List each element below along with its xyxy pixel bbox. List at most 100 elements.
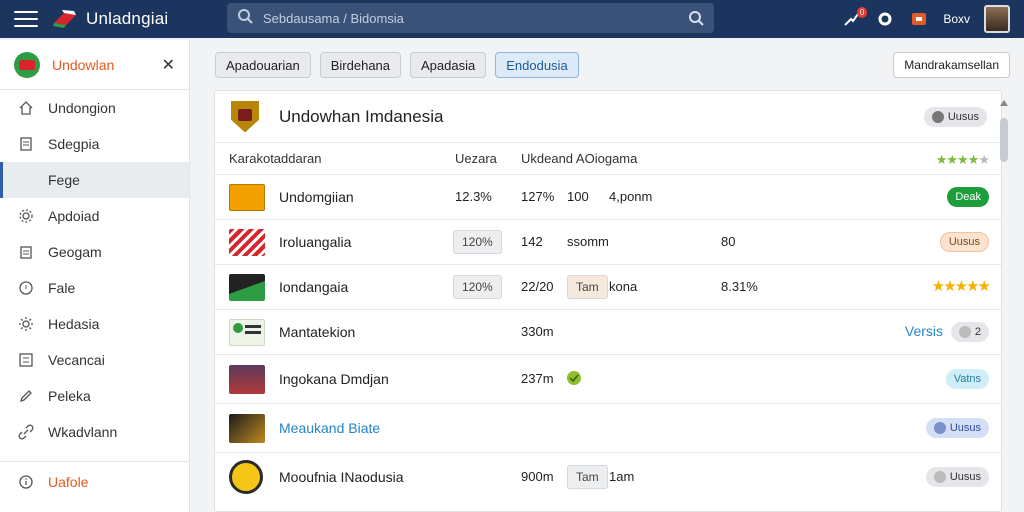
thumbnail xyxy=(229,414,265,443)
document-icon xyxy=(18,136,34,152)
tab-apadasia[interactable]: Apadasia xyxy=(410,52,487,78)
search-submit-icon[interactable] xyxy=(688,10,704,31)
sidebar-item-sdegpia[interactable]: Sdegpia xyxy=(0,126,189,162)
close-icon[interactable]: ✕ xyxy=(162,55,175,75)
row-name: Iondangaia xyxy=(279,279,349,295)
folder-icon xyxy=(18,172,34,188)
row-value: 8.31% xyxy=(721,279,758,294)
sidebar: Undowlan ✕ Undongion Sdegpia Fege Apdoia… xyxy=(0,40,190,512)
status-badge-label: Uusus xyxy=(947,111,979,123)
main-content: Apadouarian Birdehana Apadasia Endodusia… xyxy=(204,40,1010,512)
list-icon xyxy=(18,352,34,368)
gear-icon xyxy=(18,316,34,332)
sidebar-item-label: Wkadvlann xyxy=(48,424,118,440)
rating-stars-icon: ★★★★★ xyxy=(935,152,990,167)
sidebar-item-fale[interactable]: Fale xyxy=(0,270,189,306)
row-value: 127% xyxy=(521,189,555,204)
thumbnail xyxy=(229,319,265,346)
row-link[interactable]: Versis xyxy=(905,323,943,339)
sidebar-item-apdoiad[interactable]: Apdoiad xyxy=(0,198,189,234)
search-bar[interactable] xyxy=(227,3,714,33)
column-header[interactable]: Karakotaddaran xyxy=(229,151,322,166)
status-badge[interactable]: Uusus xyxy=(925,418,989,438)
status-badge[interactable]: 2 xyxy=(950,322,989,342)
table-row[interactable]: Mooufnia INaodusia 900m Tam 1am Uusus xyxy=(215,453,1001,501)
thumbnail xyxy=(229,365,265,394)
sidebar-item-uafole[interactable]: Uafole xyxy=(0,464,190,500)
card-title: Undowhan Imdanesia xyxy=(279,106,444,126)
table-header: Karakotaddaran Uezara Ukdeand AOiogama ★… xyxy=(215,143,1001,175)
clock-icon xyxy=(18,280,34,296)
app-title: Unladngiai xyxy=(86,9,169,28)
sidebar-item-label: Uafole xyxy=(48,474,89,490)
user-label[interactable]: Boxv xyxy=(943,12,970,26)
badge-icon xyxy=(565,369,583,390)
value-chip: Tam xyxy=(567,275,608,299)
sidebar-item-label: Apdoiad xyxy=(48,208,100,224)
search-input[interactable] xyxy=(263,10,663,26)
tab-apadouarian[interactable]: Apadouarian xyxy=(215,52,311,78)
row-name: Mooufnia INaodusia xyxy=(279,469,404,485)
sidebar-item-label: Undongion xyxy=(48,100,116,116)
table-row[interactable]: Iondangaia 120% 22/20 Tam kona 8.31% ★★★… xyxy=(215,265,1001,310)
sidebar-item-peleka[interactable]: Peleka xyxy=(0,378,189,414)
status-badge[interactable]: Uusus xyxy=(923,107,987,127)
table-row[interactable]: Meaukand Biate Uusus xyxy=(215,404,1001,453)
rating-stars-icon: ★★★★★ xyxy=(931,278,991,295)
value-chip: 120% xyxy=(453,275,502,299)
sidebar-item-hedasia[interactable]: Hedasia xyxy=(0,306,189,342)
column-header[interactable]: Ukdeand AOiogama xyxy=(521,151,637,166)
column-header[interactable]: Uezara xyxy=(455,151,497,166)
table-row[interactable]: Undomgiian 12.3% 127% 100 4,ponm Deak xyxy=(215,175,1001,220)
card-header: Undowhan Imdanesia Uusus xyxy=(215,91,1001,143)
sidebar-item-undongion[interactable]: Undongion xyxy=(0,90,189,126)
sidebar-divider xyxy=(0,461,190,462)
scrollbar-thumb[interactable] xyxy=(1000,118,1008,162)
status-badge[interactable]: Vatns xyxy=(945,369,989,389)
row-name: Undomgiian xyxy=(279,189,354,205)
table-row[interactable]: Ingokana Dmdjan 237m Vatns xyxy=(215,355,1001,404)
status-badge[interactable]: Deak xyxy=(947,187,989,207)
thumbnail xyxy=(229,184,265,211)
flag-icon[interactable] xyxy=(909,9,929,29)
status-dot-icon xyxy=(933,422,946,434)
settings-icon xyxy=(18,208,34,224)
sidebar-item-wkadvlann[interactable]: Wkadvlann xyxy=(0,414,189,450)
row-value: kona xyxy=(609,279,638,294)
row-percent: 12.3% xyxy=(455,189,492,204)
sidebar-item-geogam[interactable]: Geogam xyxy=(0,234,189,270)
top-right-actions: 0 Boxv xyxy=(841,0,1010,38)
avatar[interactable] xyxy=(984,5,1010,33)
table-row[interactable]: Iroluangalia 120% 142 ssomm 80 Uusus xyxy=(215,220,1001,265)
tab-endodusia[interactable]: Endodusia xyxy=(495,52,579,78)
sidebar-item-vecancai[interactable]: Vecancai xyxy=(0,342,189,378)
top-bar: Unladngiai 0 Boxv xyxy=(0,0,1024,38)
top-action-button[interactable]: Mandrakamsellan xyxy=(893,52,1010,78)
row-value: 4,ponm xyxy=(609,189,653,204)
status-dot-icon xyxy=(933,471,946,483)
row-name: Ingokana Dmdjan xyxy=(279,371,389,387)
tab-birdehana[interactable]: Birdehana xyxy=(319,52,402,78)
status-badge[interactable]: Uusus xyxy=(925,467,989,487)
data-card: Undowhan Imdanesia Uusus Karakotaddaran … xyxy=(214,90,1002,512)
info-icon xyxy=(18,474,34,490)
row-value: 1am xyxy=(609,469,635,484)
scrollbar[interactable] xyxy=(1000,100,1008,510)
table-row[interactable]: Mantatekion 330m Versis 2 xyxy=(215,310,1001,355)
menu-icon[interactable] xyxy=(14,11,38,27)
row-name-link[interactable]: Meaukand Biate xyxy=(279,420,380,436)
sidebar-title: Undowlan xyxy=(52,56,115,73)
app-logo xyxy=(52,9,78,29)
settings-icon[interactable] xyxy=(875,9,895,29)
row-value: ssomm xyxy=(567,234,609,249)
link-icon xyxy=(18,424,34,440)
sidebar-item-label: Peleka xyxy=(48,388,91,404)
sidebar-item-fege[interactable]: Fege xyxy=(0,162,189,198)
scroll-up-icon[interactable] xyxy=(1000,100,1008,106)
row-value: 330m xyxy=(521,324,554,339)
notification-icon[interactable]: 0 xyxy=(841,7,868,29)
home-icon xyxy=(18,100,34,116)
status-badge[interactable]: Uusus xyxy=(939,232,989,252)
thumbnail xyxy=(229,460,263,494)
sidebar-item-label: Vecancai xyxy=(48,352,105,368)
